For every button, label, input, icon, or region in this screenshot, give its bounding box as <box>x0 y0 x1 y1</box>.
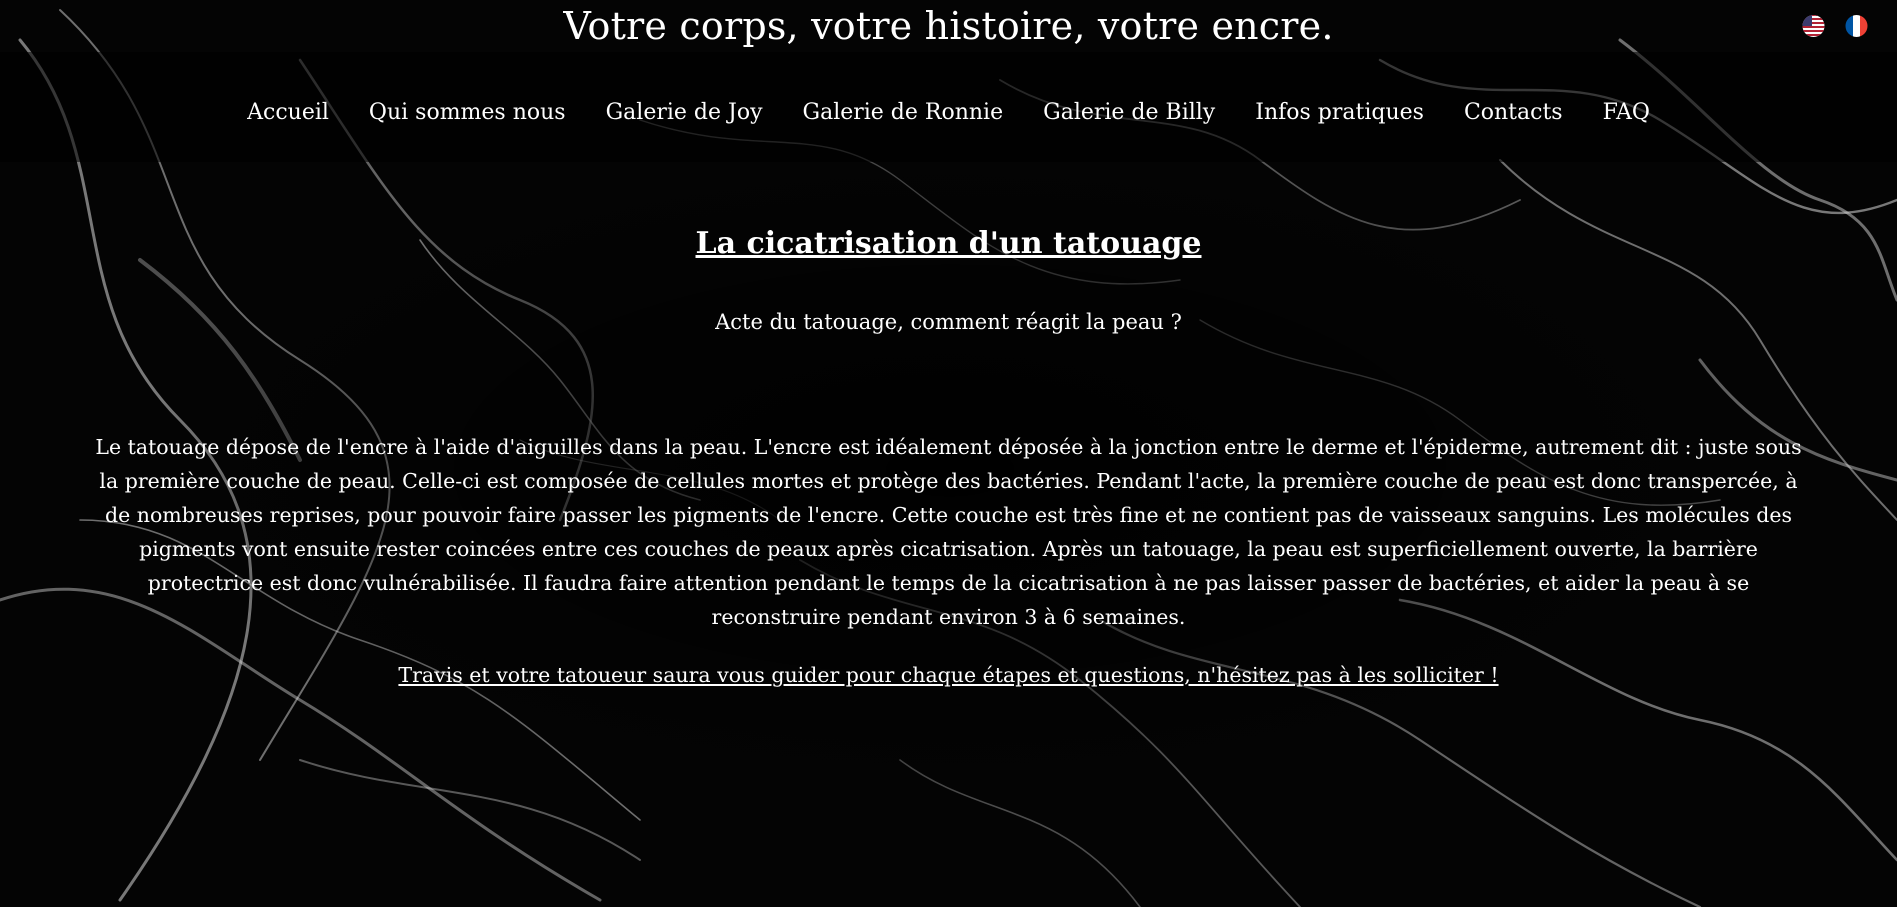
main-content: La cicatrisation d'un tatouage Acte du t… <box>0 162 1897 690</box>
nav-item-accueil[interactable]: Accueil <box>227 92 349 134</box>
nav-menu: Accueil Qui sommes nous Galerie de Joy G… <box>0 92 1897 134</box>
nav-item-infos-pratiques[interactable]: Infos pratiques <box>1235 92 1444 134</box>
body-paragraph: Le tatouage dépose de l'encre à l'aide d… <box>95 435 1802 629</box>
nav-item-contacts[interactable]: Contacts <box>1444 92 1583 134</box>
nav-item-faq[interactable]: FAQ <box>1583 92 1670 134</box>
main-navigation: Accueil Qui sommes nous Galerie de Joy G… <box>0 52 1897 162</box>
section-subheading: Acte du tatouage, comment réagit la peau… <box>715 310 1182 334</box>
fr-flag-icon[interactable] <box>1844 14 1869 38</box>
top-bar: Votre corps, votre histoire, votre encre… <box>0 0 1897 54</box>
language-switcher <box>1801 14 1869 38</box>
nav-item-galerie-joy[interactable]: Galerie de Joy <box>586 92 783 134</box>
nav-item-galerie-ronnie[interactable]: Galerie de Ronnie <box>783 92 1024 134</box>
site-title: Votre corps, votre histoire, votre encre… <box>563 4 1334 48</box>
page-title: La cicatrisation d'un tatouage <box>695 226 1202 261</box>
contact-guidance-link[interactable]: Travis et votre tatoueur saura vous guid… <box>398 660 1498 690</box>
us-flag-icon[interactable] <box>1801 14 1826 38</box>
nav-item-qui-sommes-nous[interactable]: Qui sommes nous <box>349 92 586 134</box>
nav-item-galerie-billy[interactable]: Galerie de Billy <box>1023 92 1235 134</box>
